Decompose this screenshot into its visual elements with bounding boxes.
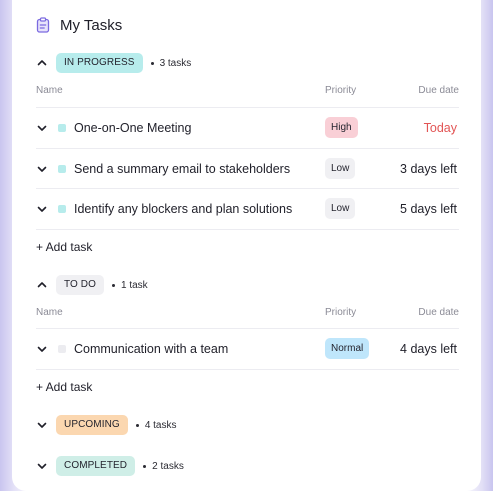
card-header: My Tasks xyxy=(36,16,122,34)
divider xyxy=(36,148,459,149)
group-header-completed[interactable]: COMPLETED 2 tasks xyxy=(36,456,184,476)
chevron-up-icon[interactable] xyxy=(36,57,48,69)
status-badge-upcoming: UPCOMING xyxy=(56,415,128,435)
column-headers: Name Priority Due date xyxy=(36,85,459,99)
divider xyxy=(36,369,459,370)
status-badge-in-progress: IN PROGRESS xyxy=(56,53,143,73)
chevron-down-icon[interactable] xyxy=(36,203,48,215)
divider xyxy=(36,107,459,108)
priority-badge[interactable]: Low xyxy=(325,198,356,219)
status-dot xyxy=(58,165,66,173)
task-count: 4 tasks xyxy=(144,419,177,431)
column-priority: Priority xyxy=(325,85,357,96)
task-name[interactable]: Identify any blockers and plan solutions xyxy=(74,202,292,216)
status-badge-completed: COMPLETED xyxy=(56,456,136,476)
task-count: 2 tasks xyxy=(152,460,184,472)
due-date: 5 days left xyxy=(400,202,457,216)
column-due-date: Due date xyxy=(418,307,459,318)
separator-dot xyxy=(135,423,139,427)
task-name[interactable]: Communication with a team xyxy=(74,342,228,356)
task-count: 1 task xyxy=(120,279,148,291)
separator-dot xyxy=(150,61,154,65)
clipboard-icon xyxy=(36,17,50,33)
column-due-date: Due date xyxy=(418,85,459,96)
task-name[interactable]: One-on-One Meeting xyxy=(74,121,191,135)
task-name[interactable]: Send a summary email to stakeholders xyxy=(74,162,290,176)
column-priority: Priority xyxy=(325,307,357,318)
column-headers: Name Priority Due date xyxy=(36,307,459,321)
table-row[interactable]: Communication with a team Normal 4 days … xyxy=(36,338,459,360)
due-date: 3 days left xyxy=(400,162,457,176)
divider xyxy=(36,229,459,230)
separator-dot xyxy=(143,464,147,468)
priority-badge[interactable]: High xyxy=(325,117,358,138)
status-dot xyxy=(58,124,66,132)
divider xyxy=(36,328,459,329)
chevron-down-icon[interactable] xyxy=(36,460,48,472)
group-header-upcoming[interactable]: UPCOMING 4 tasks xyxy=(36,415,177,435)
chevron-down-icon[interactable] xyxy=(36,122,48,134)
priority-badge[interactable]: Normal xyxy=(325,338,370,359)
divider xyxy=(36,188,459,189)
chevron-down-icon[interactable] xyxy=(36,419,48,431)
table-row[interactable]: Identify any blockers and plan solutions… xyxy=(36,198,459,220)
status-dot xyxy=(58,345,66,353)
column-name: Name xyxy=(36,85,63,96)
group-header-todo[interactable]: TO DO 1 task xyxy=(36,275,148,295)
tasks-card: My Tasks IN PROGRESS 3 tasks Name Priori… xyxy=(12,0,481,491)
add-task-button[interactable]: + Add task xyxy=(36,240,92,254)
due-date: 4 days left xyxy=(400,342,457,356)
table-row[interactable]: One-on-One Meeting High Today xyxy=(36,117,459,139)
chevron-down-icon[interactable] xyxy=(36,343,48,355)
task-count: 3 tasks xyxy=(159,57,192,69)
chevron-down-icon[interactable] xyxy=(36,163,48,175)
status-dot xyxy=(58,205,66,213)
priority-badge[interactable]: Low xyxy=(325,158,356,179)
chevron-up-icon[interactable] xyxy=(36,279,48,291)
page-title: My Tasks xyxy=(60,16,123,34)
group-header-in-progress[interactable]: IN PROGRESS 3 tasks xyxy=(36,53,191,73)
column-name: Name xyxy=(36,307,63,318)
separator-dot xyxy=(111,283,115,287)
due-date: Today xyxy=(423,121,457,135)
add-task-button[interactable]: + Add task xyxy=(36,380,92,394)
status-badge-todo: TO DO xyxy=(56,275,104,295)
table-row[interactable]: Send a summary email to stakeholders Low… xyxy=(36,158,459,180)
